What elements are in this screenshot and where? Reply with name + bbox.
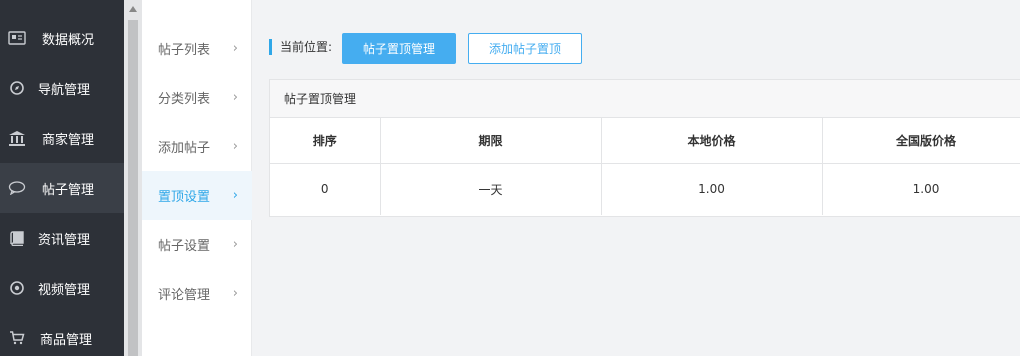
column-header-duration: 期限: [380, 118, 602, 164]
cell-duration: 一天: [380, 163, 602, 215]
pin-table: 排序 期限 本地价格 全国版价格 0 一天 1.00 1.00: [270, 118, 1020, 215]
chevron-right-icon: ›: [232, 139, 238, 154]
sidebar-scrollbar-thumb[interactable]: [128, 20, 138, 356]
submenu-item-comment-management[interactable]: 评论管理 ›: [142, 269, 252, 318]
submenu-item-category-list[interactable]: 分类列表 ›: [142, 73, 252, 122]
table-header-row: 排序 期限 本地价格 全国版价格: [270, 118, 1020, 164]
submenu-item-label: 帖子设置: [158, 239, 211, 254]
submenu-item-post-list[interactable]: 帖子列表 ›: [142, 24, 252, 73]
submenu: 帖子列表 › 分类列表 › 添加帖子 › 置顶设置 › 帖子设置 › 评论管理 …: [142, 0, 252, 356]
sidebar-item-label: 商品管理: [40, 332, 93, 348]
pin-management-button[interactable]: 帖子置顶管理: [342, 33, 456, 64]
chevron-right-icon: ›: [232, 188, 238, 203]
column-header-sort: 排序: [270, 118, 381, 164]
sidebar-item-navigation[interactable]: 导航管理: [0, 63, 124, 113]
add-pin-button[interactable]: 添加帖子置顶: [468, 33, 582, 64]
sidebar-item-label: 资讯管理: [38, 232, 91, 248]
sidebar-item-label: 帖子管理: [42, 182, 95, 198]
sidebar-item-posts[interactable]: 帖子管理: [0, 163, 124, 213]
bank-icon: [0, 130, 34, 146]
cell-local-price: 1.00: [601, 163, 823, 215]
sidebar-item-merchants[interactable]: 商家管理: [0, 113, 124, 163]
sidebar: 数据概况 导航管理 商家管理 帖子管理 资讯管理 视频管理 商品管理: [0, 0, 124, 356]
sidebar-item-label: 导航管理: [38, 82, 91, 98]
chat-bubble-icon: [0, 181, 34, 195]
submenu-item-label: 分类列表: [158, 92, 211, 107]
chevron-right-icon: ›: [232, 41, 238, 56]
sidebar-item-data-overview[interactable]: 数据概况: [0, 13, 124, 63]
submenu-item-add-post[interactable]: 添加帖子 ›: [142, 122, 252, 171]
compass-icon: [0, 81, 34, 95]
submenu-item-pin-settings[interactable]: 置顶设置 ›: [142, 171, 252, 220]
submenu-item-label: 置顶设置: [158, 190, 211, 205]
column-header-national-price: 全国版价格: [822, 118, 1020, 164]
app-root: 数据概况 导航管理 商家管理 帖子管理 资讯管理 视频管理 商品管理 帖子列表 …: [0, 0, 1020, 356]
sidebar-item-label: 商家管理: [42, 132, 95, 148]
breadcrumb-marker: [269, 39, 272, 55]
cart-icon: [0, 331, 34, 345]
submenu-item-label: 帖子列表: [158, 43, 211, 58]
main-content: 当前位置: 帖子置顶管理 添加帖子置顶 帖子置顶管理 排序 期限 本地价格 全国…: [253, 0, 1020, 356]
book-icon: [0, 230, 34, 246]
breadcrumb-label: 当前位置:: [280, 40, 333, 54]
submenu-item-label: 添加帖子: [158, 141, 211, 156]
sidebar-item-label: 视频管理: [38, 282, 91, 298]
sidebar-item-products[interactable]: 商品管理: [0, 313, 124, 356]
sidebar-item-videos[interactable]: 视频管理: [0, 263, 124, 313]
dashboard-icon: [0, 31, 34, 45]
submenu-item-post-settings[interactable]: 帖子设置 ›: [142, 220, 252, 269]
column-header-local-price: 本地价格: [601, 118, 823, 164]
panel-title: 帖子置顶管理: [270, 80, 1020, 118]
table-row: 0 一天 1.00 1.00: [270, 163, 1020, 215]
sidebar-item-label: 数据概况: [42, 32, 95, 48]
cell-national-price: 1.00: [822, 163, 1020, 215]
chevron-right-icon: ›: [232, 286, 238, 301]
sidebar-item-news[interactable]: 资讯管理: [0, 213, 124, 263]
scroll-up-arrow-icon[interactable]: [129, 6, 137, 12]
cell-sort: 0: [270, 163, 381, 215]
chevron-right-icon: ›: [232, 237, 238, 252]
chevron-right-icon: ›: [232, 90, 238, 105]
play-circle-icon: [0, 281, 34, 295]
pin-panel: 帖子置顶管理 排序 期限 本地价格 全国版价格 0 一天 1.00 1.00: [269, 79, 1020, 217]
submenu-item-label: 评论管理: [158, 288, 211, 303]
